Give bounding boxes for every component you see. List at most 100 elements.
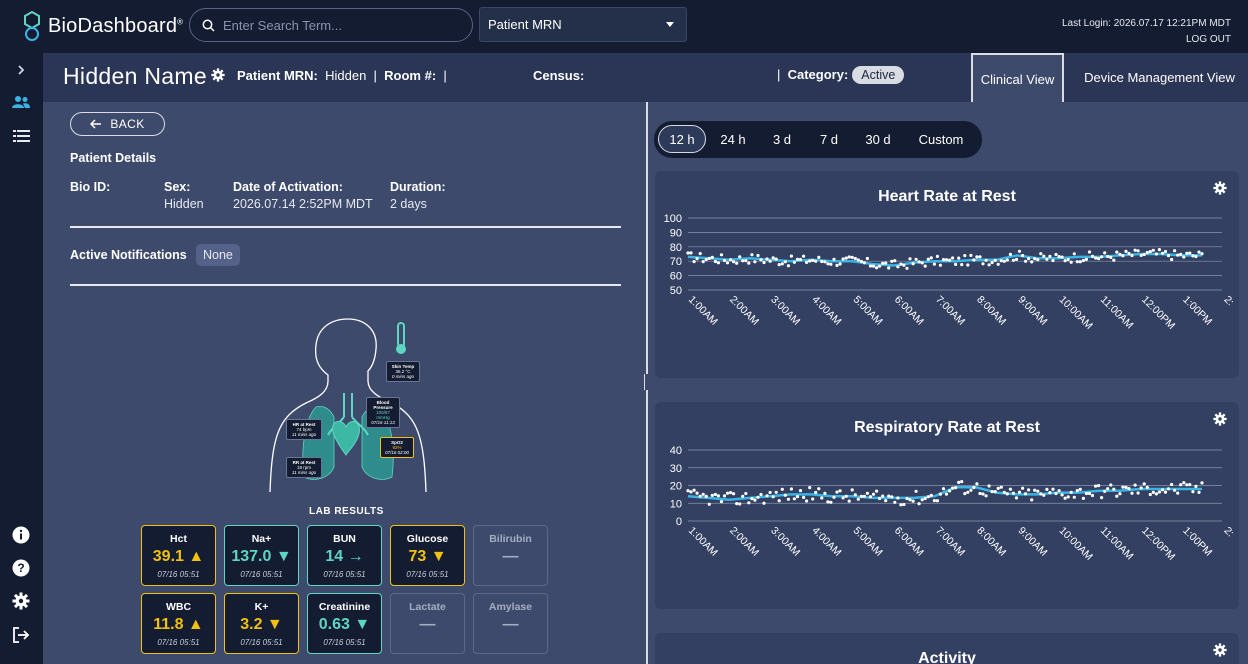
data-point (1121, 254, 1125, 258)
left-nav: ? (0, 53, 43, 664)
x-tick-label: 10:00AM (1057, 525, 1095, 563)
lab-card-na[interactable]: Na+ 137.0 ▼ 07/16 05:51 (224, 525, 299, 586)
data-point (732, 492, 736, 496)
info-icon[interactable] (10, 524, 32, 546)
data-point (774, 490, 778, 494)
data-point (817, 487, 821, 491)
data-point (1063, 259, 1067, 263)
search-box[interactable] (189, 8, 473, 42)
data-point (1090, 254, 1095, 258)
tab-device-management-view[interactable]: Device Management View (1071, 53, 1248, 101)
patient-name: Hidden Name (63, 63, 207, 89)
blood-pressure-callout[interactable]: Blood Pressure 100/67 mmHg 07/16 11:13 (366, 397, 400, 428)
divider (70, 284, 621, 286)
tab-clinical-view[interactable]: Clinical View (971, 53, 1064, 103)
logout-icon[interactable] (10, 624, 32, 646)
lab-card-k[interactable]: K+ 3.2 ▼ 07/16 05:51 (224, 593, 299, 654)
data-point (798, 257, 803, 262)
search-type-select[interactable]: Patient MRN (479, 7, 687, 42)
data-point (1075, 489, 1079, 493)
data-point (1017, 249, 1022, 253)
lab-name: Hct (170, 533, 187, 545)
lab-card-wbc[interactable]: WBC 11.8 ▲ 07/16 05:51 (141, 593, 216, 654)
lab-name: K+ (254, 601, 269, 613)
skin-temp-callout[interactable]: Skin Temp 36.2 °C 0 mins ago (386, 361, 420, 382)
data-point (1021, 486, 1025, 490)
help-icon[interactable]: ? (10, 557, 32, 579)
data-point (884, 499, 888, 503)
spo2-callout[interactable]: SpO2 92% 07/16 02:00 (380, 437, 414, 458)
lab-card-glucose[interactable]: Glucose 73 ▼ 07/16 05:51 (390, 525, 465, 586)
expand-chevron-icon[interactable] (10, 59, 32, 81)
data-point (725, 491, 730, 495)
lab-card-hct[interactable]: Hct 39.1 ▲ 07/16 05:51 (141, 525, 216, 586)
lab-card-bun[interactable]: BUN 14 → 07/16 05:51 (307, 525, 382, 586)
duration-label: Duration: (390, 180, 446, 194)
data-point (1200, 481, 1204, 485)
data-point (969, 253, 973, 257)
logo[interactable]: BioDashboard® (22, 10, 183, 42)
data-point (1170, 257, 1174, 262)
duration-value: 2 days (390, 197, 427, 211)
heart-rate-callout[interactable]: HR at Rest 74 bpm 11 mins ago (286, 419, 322, 440)
data-point (984, 494, 988, 498)
lab-results-title: LAB RESULTS (309, 506, 384, 517)
lab-card-amylase[interactable]: Amylase — (473, 593, 548, 654)
data-point (1176, 491, 1180, 495)
data-point (865, 256, 869, 261)
search-input[interactable] (223, 17, 453, 33)
data-point (1045, 257, 1049, 261)
data-point (1145, 250, 1149, 255)
data-point (990, 260, 994, 265)
x-tick-label: 8:00AM (974, 525, 1008, 559)
range-7d-button[interactable]: 7 d (809, 125, 849, 153)
lab-card-lactate[interactable]: Lactate — (390, 593, 465, 654)
gear-icon[interactable] (211, 68, 225, 87)
list-icon[interactable] (10, 125, 32, 147)
data-point (710, 493, 714, 497)
data-point (896, 496, 900, 500)
data-point (1130, 253, 1134, 258)
data-point (875, 266, 879, 270)
data-point (1139, 486, 1143, 490)
data-point (1142, 482, 1146, 486)
range-3d-button[interactable]: 3 d (762, 125, 802, 153)
gear-icon[interactable] (1213, 643, 1227, 662)
data-point (1127, 487, 1131, 491)
data-point (735, 261, 739, 265)
range-custom-button[interactable]: Custom (908, 125, 974, 153)
data-point (1133, 483, 1137, 487)
data-point (887, 494, 891, 498)
data-point (707, 502, 711, 506)
data-point (1148, 492, 1152, 497)
data-point (935, 499, 939, 503)
data-point (1054, 252, 1058, 257)
range-12h-button[interactable]: 12 h (658, 125, 706, 153)
logout-link[interactable]: LOG OUT (1186, 34, 1231, 45)
lab-card-creatinine[interactable]: Creatinine 0.63 ▼ 07/16 05:51 (307, 593, 382, 654)
data-point (987, 263, 991, 267)
data-point (1139, 253, 1143, 257)
arrow-left-icon (90, 119, 102, 129)
data-point (704, 257, 708, 262)
logo-icon (24, 10, 40, 41)
range-30d-button[interactable]: 30 d (855, 125, 901, 153)
data-point (811, 258, 815, 262)
lab-value: 39.1 ▲ (152, 548, 205, 565)
data-point (862, 494, 866, 498)
settings-icon[interactable] (10, 590, 32, 612)
back-button[interactable]: BACK (70, 112, 165, 136)
range-24h-button[interactable]: 24 h (711, 125, 755, 153)
data-point (893, 500, 897, 504)
data-point (832, 257, 836, 261)
data-point (692, 488, 696, 492)
patients-icon[interactable] (10, 91, 32, 113)
data-point (1197, 490, 1201, 494)
data-point (1200, 252, 1204, 256)
sex-label: Sex: (164, 180, 191, 194)
lab-card-bilirubin[interactable]: Bilirubin — (473, 525, 548, 586)
respiratory-rate-callout[interactable]: RR at Rest 18 rpm 11 mins ago (286, 457, 322, 478)
data-point (835, 490, 839, 494)
data-point (932, 499, 936, 503)
data-point (1057, 489, 1061, 493)
